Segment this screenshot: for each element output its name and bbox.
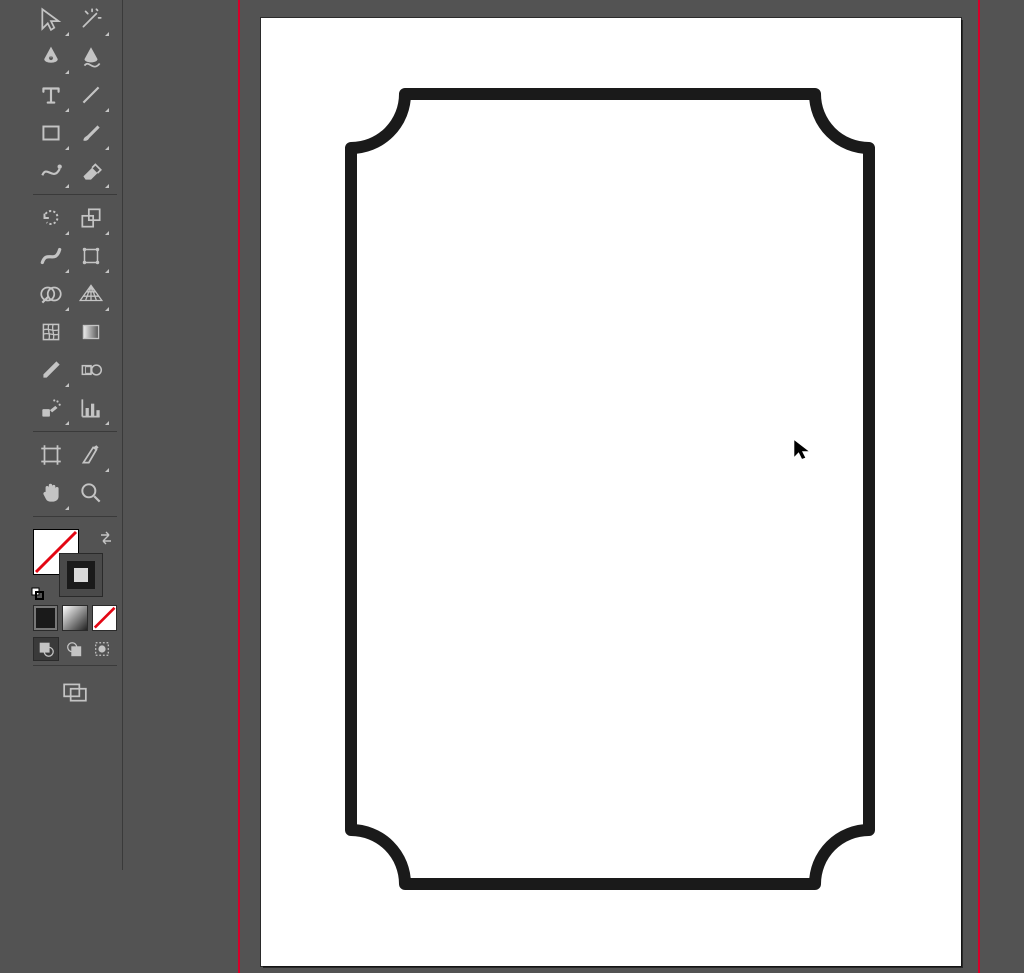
artwork-frame-shape[interactable] xyxy=(345,88,875,890)
none-mode-button[interactable] xyxy=(92,605,117,631)
eyedropper-tool[interactable] xyxy=(31,351,71,389)
draw-normal-button[interactable] xyxy=(33,637,59,661)
gradient-mode-button[interactable] xyxy=(62,605,87,631)
type-tool[interactable] xyxy=(31,76,71,114)
rotate-tool[interactable] xyxy=(31,199,71,237)
hand-tool[interactable] xyxy=(31,474,71,512)
toolbox-separator xyxy=(33,431,117,432)
scale-tool[interactable] xyxy=(71,199,111,237)
app-root xyxy=(0,0,1024,973)
curvature-tool[interactable] xyxy=(71,38,111,76)
draw-mode-row xyxy=(31,631,119,661)
toolbox-separator xyxy=(33,665,117,666)
toolbox-separator xyxy=(33,516,117,517)
pen-tool[interactable] xyxy=(31,38,71,76)
blend-tool[interactable] xyxy=(71,351,111,389)
perspective-grid-tool[interactable] xyxy=(71,275,111,313)
bleed-guide-left xyxy=(238,0,240,973)
rectangle-tool[interactable] xyxy=(31,114,71,152)
cursor-icon xyxy=(791,438,813,460)
paint-mode-row xyxy=(31,601,119,631)
paintbrush-tool[interactable] xyxy=(71,114,111,152)
color-mode-button[interactable] xyxy=(33,605,58,631)
symbol-sprayer-tool[interactable] xyxy=(31,389,71,427)
swap-fill-stroke-icon[interactable] xyxy=(97,529,115,547)
toolbox-separator xyxy=(33,194,117,195)
artboard-tool[interactable] xyxy=(31,436,71,474)
workspace[interactable] xyxy=(131,0,1024,973)
zoom-tool[interactable] xyxy=(71,474,111,512)
gradient-tool[interactable] xyxy=(71,313,111,351)
mesh-tool[interactable] xyxy=(31,313,71,351)
slice-tool[interactable] xyxy=(71,436,111,474)
toolbox xyxy=(31,0,119,706)
shaper-tool[interactable] xyxy=(31,152,71,190)
free-transform-tool[interactable] xyxy=(71,237,111,275)
default-fill-stroke-icon[interactable] xyxy=(31,587,45,601)
artboard[interactable] xyxy=(261,18,961,966)
column-graph-tool[interactable] xyxy=(71,389,111,427)
screen-mode-button[interactable] xyxy=(57,678,93,706)
stroke-swatch[interactable] xyxy=(59,553,103,597)
width-tool[interactable] xyxy=(31,237,71,275)
toolbox-panel xyxy=(7,0,123,870)
direct-selection-tool[interactable] xyxy=(31,0,71,38)
bleed-guide-right xyxy=(978,0,980,973)
draw-inside-button[interactable] xyxy=(89,637,115,661)
eraser-tool[interactable] xyxy=(71,152,111,190)
shape-builder-tool[interactable] xyxy=(31,275,71,313)
fill-stroke-indicator xyxy=(31,527,119,601)
line-segment-tool[interactable] xyxy=(71,76,111,114)
magic-wand-tool[interactable] xyxy=(71,0,111,38)
draw-behind-button[interactable] xyxy=(61,637,87,661)
